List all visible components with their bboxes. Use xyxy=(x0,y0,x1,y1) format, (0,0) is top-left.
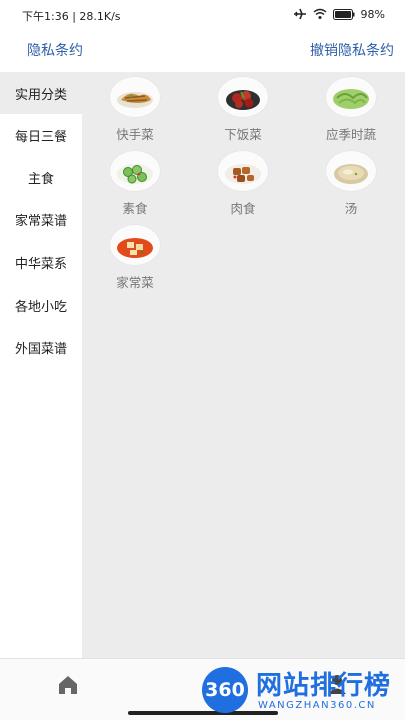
airplane-mode-icon xyxy=(293,8,306,20)
category-label: 下饭菜 xyxy=(224,127,262,142)
sidebar-item-staple[interactable]: 主食 xyxy=(0,156,82,198)
battery-icon xyxy=(332,8,355,20)
category-rice-dishes[interactable]: 下饭菜 xyxy=(198,72,288,146)
category-label: 汤 xyxy=(344,201,358,216)
sidebar-item-label: 中华菜系 xyxy=(14,256,67,272)
sidebar-item-foreign-recipes[interactable]: 外国菜谱 xyxy=(0,326,82,368)
sidebar-item-local-snacks[interactable]: 各地小吃 xyxy=(0,284,82,326)
battery-percent: 98% xyxy=(360,7,385,21)
category-label: 素食 xyxy=(122,201,148,216)
sidebar-item-label: 外国菜谱 xyxy=(14,341,67,357)
privacy-policy-link[interactable]: 隐私条约 xyxy=(27,40,83,60)
watermark-badge: 360 xyxy=(202,667,248,713)
green-vegetable-dish-icon xyxy=(325,76,377,118)
cucumber-dish-icon xyxy=(109,150,161,192)
category-label: 快手菜 xyxy=(116,127,154,142)
watermark-subtitle: WANGZHAN360.CN xyxy=(258,700,376,711)
category-soup[interactable]: 汤 xyxy=(306,146,396,220)
category-label: 应季时蔬 xyxy=(325,127,376,142)
sidebar-item-label: 每日三餐 xyxy=(14,129,67,145)
sidebar-item-home-recipes[interactable]: 家常菜谱 xyxy=(0,198,82,240)
status-bar: 下午1:36 | 28.1K/s 98% xyxy=(0,0,405,28)
sidebar-item-label: 各地小吃 xyxy=(14,299,67,315)
category-seasonal-vegetables[interactable]: 应季时蔬 xyxy=(306,72,396,146)
meat-dish-icon xyxy=(217,150,269,192)
wifi-icon xyxy=(313,8,326,19)
watermark-logo: 360 网站排行榜 WANGZHAN360.CN xyxy=(190,663,405,720)
category-label: 肉食 xyxy=(230,201,256,216)
watermark-title: 网站排行榜 xyxy=(256,671,392,701)
soup-bowl-icon xyxy=(325,150,377,192)
sidebar-item-label: 实用分类 xyxy=(14,87,67,103)
sidebar-item-daily-meals[interactable]: 每日三餐 xyxy=(0,114,82,156)
category-grid: 快手菜 下饭菜 应季时蔬 素食 肉食 汤 家常菜 xyxy=(82,72,405,658)
category-quick-dishes[interactable]: 快手菜 xyxy=(90,72,180,146)
revoke-privacy-policy-link[interactable]: 撤销隐私条约 xyxy=(310,40,394,60)
sidebar-item-chinese-cuisines[interactable]: 中华菜系 xyxy=(0,241,82,283)
header: 隐私条约 撤销隐私条约 xyxy=(0,28,405,72)
category-meat[interactable]: 肉食 xyxy=(198,146,288,220)
category-sidebar: 实用分类 每日三餐 主食 家常菜谱 中华菜系 各地小吃 外国菜谱 xyxy=(0,72,82,658)
category-label: 家常菜 xyxy=(116,275,154,290)
sidebar-item-label: 主食 xyxy=(27,171,54,187)
red-braised-dish-icon xyxy=(217,76,269,118)
category-vegetarian[interactable]: 素食 xyxy=(90,146,180,220)
sidebar-item-label: 家常菜谱 xyxy=(14,213,67,229)
sidebar-item-practical[interactable]: 实用分类 xyxy=(0,72,82,114)
category-home-cooking[interactable]: 家常菜 xyxy=(90,220,180,294)
stir-fry-dish-icon xyxy=(109,76,161,118)
home-icon[interactable] xyxy=(56,673,80,697)
status-time-speed: 下午1:36 | 28.1K/s xyxy=(22,10,121,23)
tofu-dish-icon xyxy=(109,224,161,266)
